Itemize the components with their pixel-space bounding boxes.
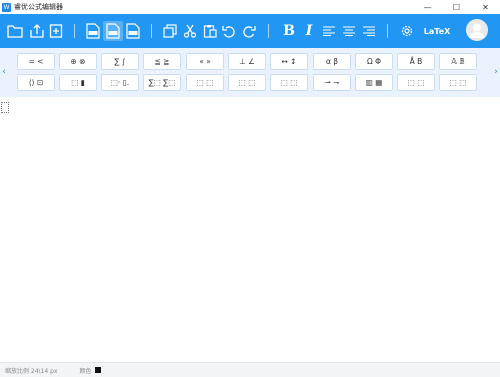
undo-icon[interactable] xyxy=(219,21,239,41)
export-pdf-icon[interactable] xyxy=(123,21,143,41)
upload-icon[interactable] xyxy=(27,21,47,41)
minimize-button[interactable]: — xyxy=(413,0,442,14)
palette-inequality-button[interactable]: ≦ ≧ xyxy=(143,53,181,70)
open-folder-icon[interactable] xyxy=(5,21,25,41)
window-controls: — ☐ ✕ xyxy=(413,0,500,14)
app-logo-icon: W xyxy=(2,2,11,12)
palette-labeled-arrows-button[interactable]: ⬚ ⬚ xyxy=(270,74,308,91)
settings-gear-icon[interactable] xyxy=(397,21,417,41)
italic-label: I xyxy=(305,23,313,39)
color-swatch[interactable] xyxy=(95,367,102,373)
palette-limits-button[interactable]: ⬚ ⬚ xyxy=(397,74,435,91)
align-center-icon[interactable] xyxy=(339,21,359,41)
toolbar-separator xyxy=(151,24,152,38)
color-label: 颜色 xyxy=(79,367,92,375)
align-right-icon[interactable] xyxy=(359,21,379,41)
palette-big-operators-button[interactable]: ∑⬚ ∑⬚ xyxy=(143,74,181,91)
copy-icon[interactable] xyxy=(160,21,180,41)
export-png-icon[interactable] xyxy=(83,21,103,41)
cut-icon[interactable] xyxy=(180,21,200,41)
palette-scroll-left-icon[interactable]: ‹ xyxy=(0,66,8,78)
palette-stacks-button[interactable]: ⬚ ⬚ xyxy=(439,74,477,91)
toolbar-separator xyxy=(387,24,388,38)
redo-icon[interactable] xyxy=(239,21,259,41)
input-placeholder-box[interactable] xyxy=(1,102,9,113)
zoom-status-text: 缩放比例 24\14 px xyxy=(5,367,58,375)
palette-scripts-button[interactable]: ⬚· ▯. xyxy=(101,74,139,91)
palette-sum-integral-button[interactable]: ∑ ∫ xyxy=(101,53,139,70)
palette-greek-upper-button[interactable]: Ω Φ xyxy=(355,53,393,70)
palette-geometry-button[interactable]: ⊥ ∠ xyxy=(228,53,266,70)
bold-label: B xyxy=(283,23,295,39)
italic-button[interactable]: I xyxy=(299,21,319,41)
palette-integrals-button[interactable]: ⬚ ⬚ xyxy=(186,74,224,91)
palette-brackets-button[interactable]: « » xyxy=(186,53,224,70)
export-svg-icon[interactable] xyxy=(103,21,123,41)
palette-fonts-button[interactable]: 𝔸 𝔹 xyxy=(439,53,477,70)
new-file-icon[interactable] xyxy=(46,21,66,41)
toolbar-separator xyxy=(268,24,269,38)
align-left-icon[interactable] xyxy=(319,21,339,41)
close-button[interactable]: ✕ xyxy=(471,0,500,14)
palette-fractions-button[interactable]: ⬚ ▮ xyxy=(59,74,97,91)
palette-matrices-button[interactable]: ▥ ▦ xyxy=(355,74,393,91)
palette-greek-lower-button[interactable]: α β xyxy=(313,53,351,70)
formula-editor-area[interactable] xyxy=(0,97,500,362)
palette-relations-button[interactable]: = < xyxy=(17,53,55,70)
palette-scroll-right-icon[interactable]: › xyxy=(492,66,500,78)
title-bar: W 睿优公式编辑器 — ☐ ✕ xyxy=(0,0,500,14)
window-title: 睿优公式编辑器 xyxy=(14,3,63,11)
palette-harpoons-button[interactable]: ⇀ ⇁ xyxy=(313,74,351,91)
status-bar: 缩放比例 24\14 px 颜色 xyxy=(0,362,500,377)
paste-icon[interactable] xyxy=(200,21,220,41)
main-toolbar: B I LaTeX xyxy=(0,14,500,48)
maximize-button[interactable]: ☐ xyxy=(442,0,471,14)
palette-accents-button[interactable]: Å B xyxy=(397,53,435,70)
palette-fences-button[interactable]: ⟨⟩ ⊡ xyxy=(17,74,55,91)
palette-operators-button[interactable]: ⊕ ⊗ xyxy=(59,53,97,70)
user-avatar[interactable] xyxy=(466,19,488,41)
bold-button[interactable]: B xyxy=(279,21,299,41)
latex-button[interactable]: LaTeX xyxy=(422,23,452,39)
toolbar-separator xyxy=(74,24,75,38)
palette-arrows-button[interactable]: ↔ ↕ xyxy=(270,53,308,70)
symbol-palette: ‹ › = < ⊕ ⊗ ∑ ∫ ≦ ≧ « » ⊥ ∠ ↔ ↕ α β Ω Φ … xyxy=(0,48,500,97)
palette-underover-button[interactable]: ⬚ ⬚ xyxy=(228,74,266,91)
